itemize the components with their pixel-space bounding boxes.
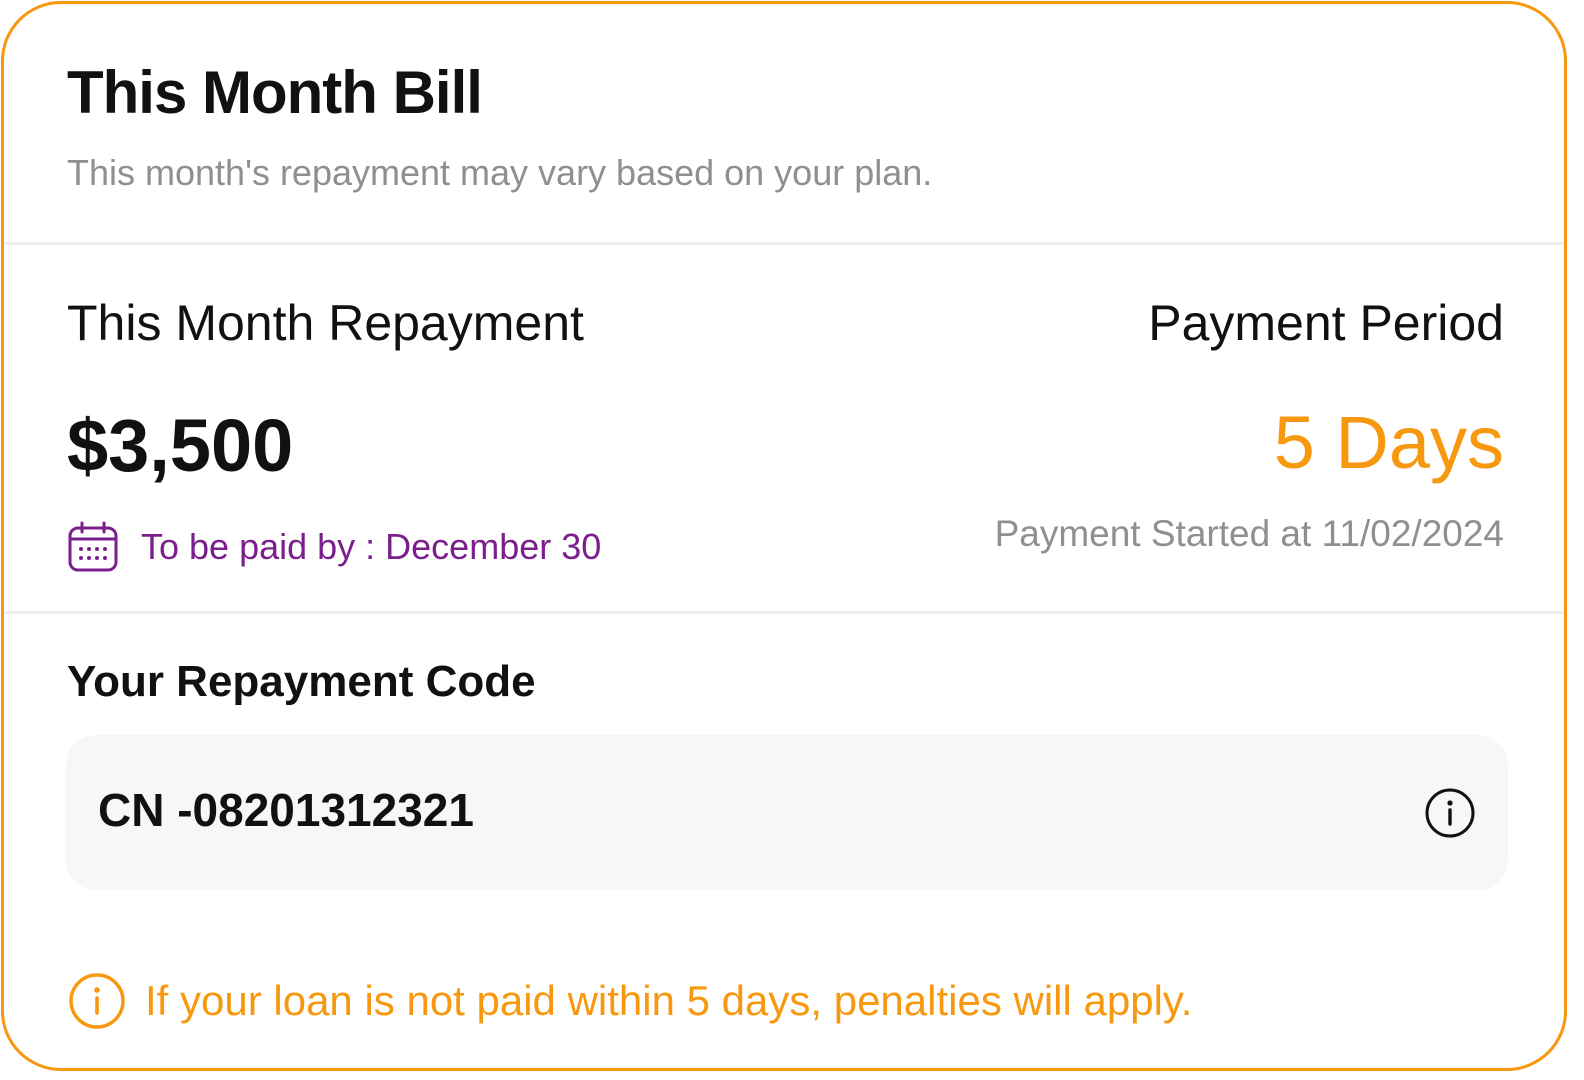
card-subtitle: This month's repayment may vary based on… (67, 152, 933, 193)
due-date-row: To be paid by : December 30 (67, 521, 601, 573)
info-icon[interactable] (1424, 787, 1476, 839)
repayment-code-value: CN -08201312321 (98, 784, 474, 836)
repayment-label: This Month Repayment (67, 295, 584, 351)
due-date-text: To be paid by : December 30 (141, 526, 602, 567)
bill-card: This Month Bill This month's repayment m… (1, 1, 1567, 1071)
penalty-warning: If your loan is not paid within 5 days, … (67, 971, 1192, 1031)
repayment-code-box: CN -08201312321 (66, 735, 1508, 890)
card-header: This Month Bill This month's repayment m… (4, 4, 1564, 245)
card-title: This Month Bill (67, 59, 483, 126)
calendar-icon (68, 521, 118, 572)
repayment-code-label: Your Repayment Code (67, 657, 536, 706)
payment-period-value: 5 Days (1273, 401, 1504, 484)
penalty-warning-text: If your loan is not paid within 5 days, … (145, 977, 1193, 1024)
payment-period-label: Payment Period (1148, 295, 1504, 351)
payment-start-date: Payment Started at 11/02/2024 (994, 513, 1504, 554)
warning-info-icon (69, 973, 125, 1029)
repayment-amount: $3,500 (67, 404, 294, 487)
repayment-section: This Month Repayment $3,500 To be paid b… (4, 245, 1564, 614)
